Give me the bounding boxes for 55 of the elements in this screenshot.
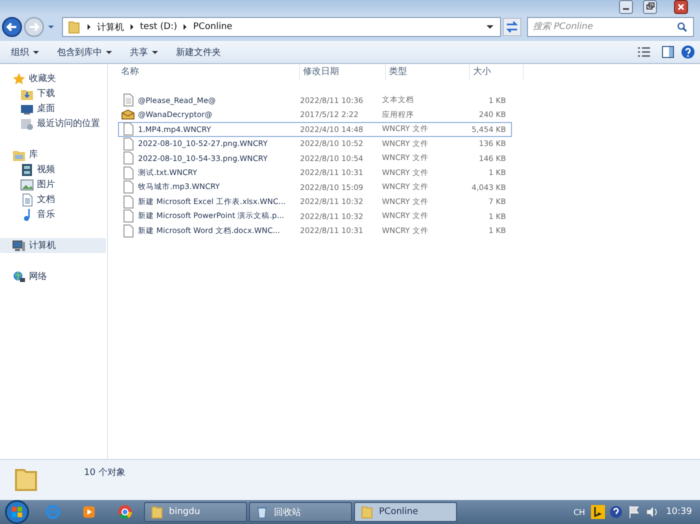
- nav-item[interactable]: 图片: [0, 177, 106, 192]
- nav-item[interactable]: 音乐: [0, 207, 106, 222]
- dropdown-button[interactable]: 组织: [4, 44, 46, 60]
- picture-icon: [20, 178, 34, 192]
- nav-item[interactable]: 计算机: [0, 238, 106, 253]
- dropdown-button[interactable]: 包含到库中: [50, 44, 119, 60]
- nav-item[interactable]: 库: [0, 147, 106, 162]
- recent-places-icon: [20, 116, 34, 130]
- document-icon: [20, 192, 34, 206]
- refresh-button[interactable]: [503, 18, 521, 36]
- blank-file-icon: [121, 180, 135, 194]
- nav-item[interactable]: 收藏夹: [0, 71, 106, 86]
- blank-file-icon: [121, 166, 135, 180]
- nav-item[interactable]: 下载: [0, 86, 106, 101]
- blank-file-icon: [121, 151, 135, 166]
- network-icon: [12, 270, 26, 284]
- clock[interactable]: 10:39: [666, 507, 692, 517]
- computer-icon: [12, 238, 26, 252]
- folder-icon: [360, 505, 374, 519]
- help-icon[interactable]: [608, 505, 624, 519]
- blank-file-icon: [121, 122, 135, 136]
- dropdown-button[interactable]: 共享: [123, 44, 165, 60]
- text-file-icon: [121, 93, 135, 108]
- nav-item[interactable]: 桌面: [0, 101, 106, 116]
- nav-item[interactable]: 网络: [0, 269, 106, 284]
- star-icon: [12, 72, 26, 86]
- film-icon: [20, 162, 34, 176]
- language-indicator[interactable]: CH: [573, 508, 586, 516]
- recycle-bin-icon: [255, 505, 269, 519]
- breadcrumb-item[interactable]: 计算机: [97, 20, 124, 34]
- column-header[interactable]: 大小: [470, 64, 524, 80]
- breadcrumb-item[interactable]: test (D:): [140, 22, 178, 32]
- blank-file-icon: [121, 136, 135, 151]
- blank-file-icon: [121, 194, 135, 209]
- folder-icon: [150, 505, 164, 519]
- toolbar-button[interactable]: 新建文件夹: [169, 44, 228, 60]
- search-icon: [676, 21, 688, 33]
- help-icon[interactable]: [680, 45, 696, 59]
- nav-item[interactable]: 文档: [0, 192, 106, 207]
- back-button[interactable]: [2, 17, 22, 37]
- taskbar-button[interactable]: PConline: [354, 502, 457, 522]
- item-count: 10 个对象: [84, 466, 126, 479]
- nav-item[interactable]: 视频: [0, 162, 106, 177]
- column-header[interactable]: 名称: [118, 64, 300, 80]
- blank-file-icon: [121, 224, 135, 238]
- preview-pane-icon[interactable]: [660, 45, 676, 59]
- bing-icon[interactable]: [590, 505, 606, 519]
- column-header[interactable]: 修改日期: [300, 64, 386, 80]
- address-bar[interactable]: 计算机 test (D:) PConline: [62, 17, 501, 37]
- nav-item[interactable]: 最近访问的位置: [0, 116, 106, 131]
- column-header[interactable]: 类型: [386, 64, 470, 80]
- blank-file-icon: [121, 209, 135, 224]
- folder-icon: [67, 20, 81, 34]
- breadcrumb-item[interactable]: PConline: [193, 22, 232, 32]
- envelope-app-icon: [121, 108, 135, 122]
